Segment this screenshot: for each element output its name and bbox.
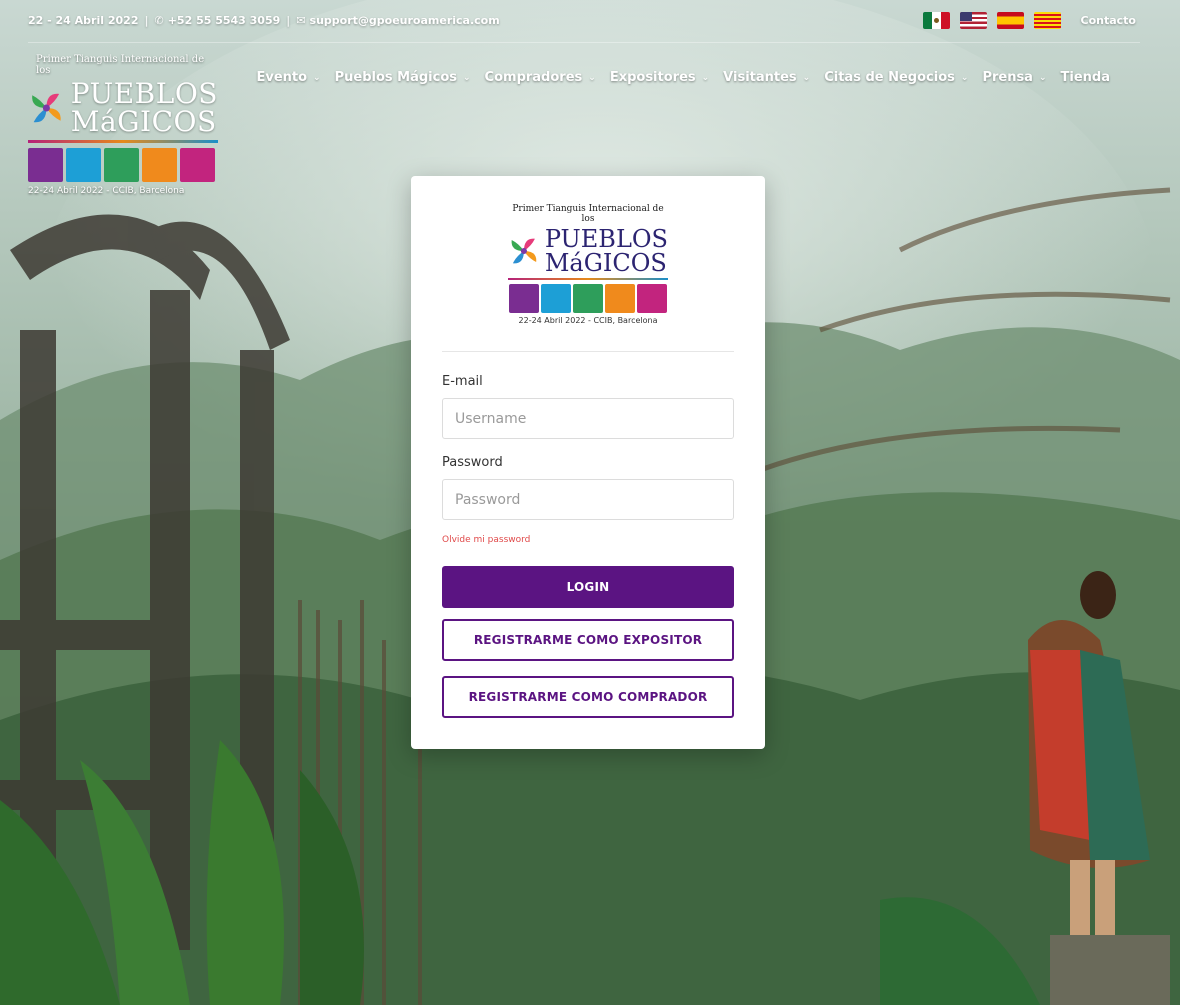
mask-tile-icon	[541, 284, 571, 313]
nav-item-expositores[interactable]: Expositores ⌄	[610, 70, 709, 85]
password-label: Password	[442, 455, 503, 470]
corn-tile-icon	[142, 148, 177, 182]
top-contact-info: 22 - 24 Abril 2022 | ✆ +52 55 5543 3059 …	[28, 14, 500, 27]
header-logo[interactable]: Primer Tianguis Internacional de los PUE…	[28, 54, 218, 196]
email-icon: ✉	[296, 14, 306, 27]
card-logo-tagline: Primer Tianguis Internacional de los	[512, 204, 664, 224]
nav-item-evento[interactable]: Evento ⌄	[256, 70, 320, 85]
card-logo-date-location: 22-24 Abril 2022 - CCIB, Barcelona	[518, 316, 658, 325]
separator: |	[286, 14, 291, 27]
phone-number[interactable]: +52 55 5543 3059	[168, 14, 281, 27]
card-divider	[442, 351, 734, 352]
mask-tile-icon	[66, 148, 101, 182]
pattern-tile-icon	[180, 148, 215, 182]
pyramid-tile-icon	[509, 284, 539, 313]
separator: |	[144, 14, 149, 27]
flag-catalonia-icon[interactable]	[1033, 12, 1061, 29]
chevron-down-icon: ⌄	[463, 72, 471, 83]
flag-usa-icon[interactable]	[959, 12, 987, 29]
chevron-down-icon: ⌄	[313, 72, 321, 83]
phone-icon: ✆	[154, 14, 164, 27]
flag-mexico-icon[interactable]	[922, 12, 950, 29]
card-logo-rule	[508, 278, 668, 280]
logo-brand: PUEBLOS MáGICOS	[28, 80, 218, 136]
chevron-down-icon: ⌄	[1038, 72, 1047, 83]
card-logo-name-line1: PUEBLOS	[544, 225, 668, 253]
nav-item-tienda[interactable]: Tienda	[1061, 70, 1110, 85]
top-bar: 22 - 24 Abril 2022 | ✆ +52 55 5543 3059 …	[0, 0, 1180, 44]
forgot-password-link[interactable]: Olvide mi password	[442, 535, 734, 545]
chevron-down-icon: ⌄	[802, 72, 811, 83]
topbar-divider	[28, 42, 1140, 43]
register-buyer-button[interactable]: REGISTRARME COMO COMPRADOR	[442, 676, 734, 718]
event-date: 22 - 24 Abril 2022	[28, 14, 139, 27]
nav-item-visitantes[interactable]: Visitantes ⌄	[723, 70, 810, 85]
logo-name-line2: MáGICOS	[70, 105, 217, 138]
pyramid-tile-icon	[28, 148, 63, 182]
main-navigation: Evento ⌄ Pueblos Mágicos ⌄ Compradores ⌄ Ex…	[256, 70, 1110, 85]
swirl-logo-icon	[511, 238, 537, 264]
card-logo-tiles	[508, 284, 668, 313]
language-and-contact: Contacto	[922, 12, 1136, 29]
register-exhibitor-button[interactable]: REGISTRARME COMO EXPOSITOR	[442, 619, 734, 661]
nav-item-citas-de-negocios[interactable]: Citas de Negocios ⌄	[824, 70, 968, 85]
turtle-tile-icon	[573, 284, 603, 313]
logo-name-line1: PUEBLOS	[70, 77, 218, 110]
contact-link[interactable]: Contacto	[1081, 14, 1136, 27]
email-input[interactable]	[442, 398, 734, 439]
nav-item-pueblos-magicos[interactable]: Pueblos Mágicos ⌄	[335, 70, 471, 85]
support-email-link[interactable]: support@gpoeuroamerica.com	[310, 14, 500, 27]
nav-item-prensa[interactable]: Prensa ⌄	[982, 70, 1046, 85]
turtle-tile-icon	[104, 148, 139, 182]
chevron-down-icon: ⌄	[960, 72, 969, 83]
logo-rule	[28, 140, 218, 143]
login-card: Primer Tianguis Internacional de los PUE…	[411, 176, 765, 749]
card-logo: Primer Tianguis Internacional de los PUE…	[508, 204, 668, 325]
flag-spain-icon[interactable]	[996, 12, 1024, 29]
logo-tiles	[28, 148, 218, 182]
logo-tagline: Primer Tianguis Internacional de los	[36, 54, 205, 76]
corn-tile-icon	[605, 284, 635, 313]
swirl-logo-icon	[32, 93, 61, 123]
login-button[interactable]: LOGIN	[442, 566, 734, 608]
nav-item-compradores[interactable]: Compradores ⌄	[485, 70, 596, 85]
chevron-down-icon: ⌄	[588, 72, 596, 83]
pattern-tile-icon	[637, 284, 667, 313]
logo-date-location: 22-24 Abril 2022 - CCIB, Barcelona	[28, 186, 185, 196]
chevron-down-icon: ⌄	[701, 72, 710, 83]
card-logo-name-line2: MáGICOS	[544, 249, 667, 277]
email-label: E-mail	[442, 374, 483, 389]
password-input[interactable]	[442, 479, 734, 520]
